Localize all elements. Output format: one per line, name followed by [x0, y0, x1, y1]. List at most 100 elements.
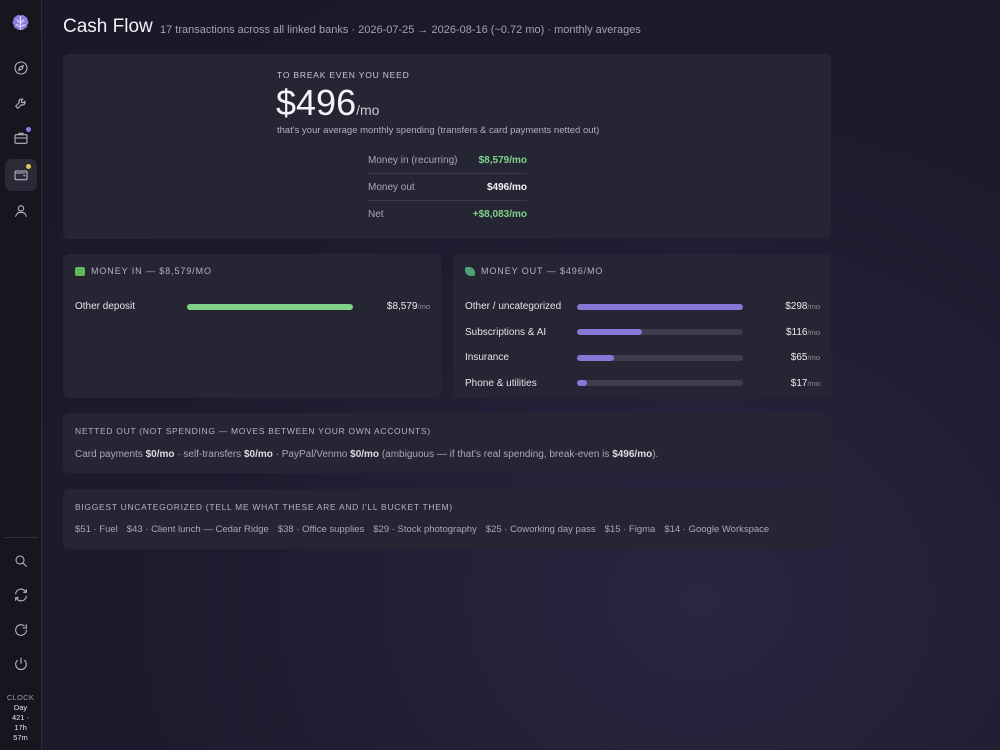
briefcase-icon[interactable]	[5, 122, 37, 154]
breakeven-amount: $496/mo	[276, 82, 379, 124]
netted-out-text: Card payments $0/mo · self-transfers $0/…	[75, 449, 658, 460]
money-out-label: Phone & utilities	[465, 377, 537, 389]
netted-text: · PayPal/Venmo	[272, 449, 351, 460]
clock-line: 421 ·	[11, 713, 30, 722]
netted-text: (ambiguous — if that's real spending, br…	[379, 449, 613, 460]
money-out-amount: $116/mo	[785, 326, 820, 338]
search-icon[interactable]	[5, 545, 37, 577]
money-out-bar-track	[577, 354, 743, 361]
uncategorized-item: $43 · Client lunch — Cedar Ridge	[126, 524, 269, 535]
user-icon[interactable]	[5, 195, 37, 227]
money-out-bar-fill	[577, 354, 614, 361]
money-out-row: Phone & utilities $17/mo	[465, 371, 820, 397]
money-out-row: Other / uncategorized $298/mo	[465, 294, 820, 320]
money-out-label: Other / uncategorized	[465, 301, 562, 313]
clock-line: 57m	[13, 733, 28, 742]
money-out-label: Insurance	[465, 352, 509, 364]
netted-out-title: NETTED OUT (NOT SPENDING — MOVES BETWEEN…	[75, 426, 431, 436]
summary-key: Money in (recurring)	[368, 154, 458, 166]
money-in-unit: /mo	[417, 302, 430, 312]
clock-line: Day	[13, 703, 28, 712]
summary-key: Money out	[368, 181, 415, 193]
money-out-bar-fill	[577, 303, 743, 310]
summary-row-money-in: Money in (recurring) $8,579/mo	[368, 147, 527, 173]
summary-row-net: Net +$8,083/mo	[368, 200, 527, 227]
breakeven-value: $496	[276, 82, 357, 123]
money-wings-icon	[465, 266, 475, 276]
netted-text: · self-transfers	[174, 449, 244, 460]
netted-amount: $496/mo	[612, 449, 653, 460]
money-out-title: MONEY OUT — $496/MO	[481, 266, 604, 276]
clock: CLOCK Day 421 · 17h 57m	[0, 693, 41, 743]
summary-row-money-out: Money out $496/mo	[368, 173, 527, 200]
breakeven-card: TO BREAK EVEN YOU NEED $496/mo that's yo…	[63, 54, 831, 239]
summary-value: $8,579/mo	[478, 154, 527, 166]
summary-key: Net	[368, 208, 384, 220]
netted-amount: $0/mo	[350, 449, 380, 460]
uncategorized-item: $25 · Coworking day pass	[485, 524, 596, 535]
money-in-title: MONEY IN — $8,579/MO	[91, 266, 212, 276]
page-title: Cash Flow	[63, 16, 153, 37]
money-in-bar-track	[187, 303, 353, 310]
breakeven-unit: /mo	[356, 102, 380, 118]
money-out-label: Subscriptions & AI	[465, 326, 547, 338]
uncategorized-item: $51 · Fuel	[75, 524, 118, 535]
netted-text: Card payments	[75, 449, 146, 460]
netted-amount: $0/mo	[243, 449, 273, 460]
money-out-bar-track	[577, 329, 743, 336]
money-out-unit: /mo	[807, 327, 820, 337]
sidebar: CLOCK Day 421 · 17h 57m	[0, 0, 42, 750]
money-in-bar-fill	[187, 303, 353, 310]
money-out-bar-fill	[577, 329, 642, 336]
netted-text: ).	[652, 449, 659, 460]
money-out-card: MONEY OUT — $496/MO Other / uncategorize…	[453, 254, 831, 398]
netted-amount: $0/mo	[145, 449, 175, 460]
notification-dot	[26, 164, 31, 169]
compass-icon[interactable]	[5, 52, 37, 84]
money-out-bar-fill	[577, 380, 587, 387]
money-out-unit: /mo	[807, 353, 820, 363]
money-out-row: Subscriptions & AI $116/mo	[465, 320, 820, 346]
breakeven-note: that's your average monthly spending (tr…	[277, 125, 600, 136]
page-subtitle: 17 transactions across all linked banks …	[160, 24, 641, 36]
money-out-header: MONEY OUT — $496/MO	[465, 266, 603, 276]
power-icon[interactable]	[5, 648, 37, 680]
uncategorized-item: $29 · Stock photography	[373, 524, 477, 535]
money-in-header: MONEY IN — $8,579/MO	[75, 266, 212, 276]
refresh-icon[interactable]	[5, 614, 37, 646]
money-out-row: Insurance $65/mo	[465, 345, 820, 371]
money-out-unit: /mo	[807, 378, 820, 388]
money-out-unit: /mo	[807, 302, 820, 312]
money-in-row: Other deposit $8,579/mo	[75, 294, 430, 320]
summary-value: +$8,083/mo	[472, 208, 527, 220]
money-out-bar-track	[577, 303, 743, 310]
clock-label: CLOCK	[6, 693, 35, 702]
notification-dot	[26, 127, 31, 132]
money-in-bars: Other deposit $8,579/mo	[75, 294, 430, 320]
uncategorized-card: BIGGEST UNCATEGORIZED (TELL ME WHAT THES…	[63, 489, 831, 549]
uncategorized-item: $14 · Google Workspace	[664, 524, 770, 535]
uncategorized-item: $15 · Figma	[604, 524, 656, 535]
wrench-icon[interactable]	[5, 87, 37, 119]
breakeven-label: TO BREAK EVEN YOU NEED	[277, 70, 410, 80]
summary-value: $496/mo	[486, 181, 527, 193]
clock-line: 17h	[14, 723, 27, 732]
money-out-amount: $65/mo	[790, 352, 820, 364]
wallet-icon[interactable]	[5, 159, 37, 191]
money-in-amount: $8,579/mo	[386, 301, 430, 313]
money-out-bars: Other / uncategorized $298/mo Subscription…	[465, 294, 820, 396]
sidebar-divider	[4, 537, 38, 538]
uncategorized-item: $38 · Office supplies	[277, 524, 365, 535]
uncategorized-title: BIGGEST UNCATEGORIZED (TELL ME WHAT THES…	[75, 502, 453, 512]
money-bill-icon	[75, 266, 85, 276]
money-out-amount: $298/mo	[785, 301, 820, 313]
netted-out-card: NETTED OUT (NOT SPENDING — MOVES BETWEEN…	[63, 413, 831, 473]
summary-table: Money in (recurring) $8,579/mo Money out…	[368, 147, 527, 227]
brain-logo-icon[interactable]	[10, 13, 31, 34]
money-out-bar-track	[577, 380, 743, 387]
money-in-card: MONEY IN — $8,579/MO Other deposit $8,579…	[63, 254, 441, 398]
sync-icon[interactable]	[5, 579, 37, 611]
uncategorized-list: $51 · Fuel $43 · Client lunch — Cedar Rid…	[75, 524, 778, 535]
money-out-amount: $17/mo	[790, 377, 820, 389]
money-in-label: Other deposit	[75, 301, 136, 313]
